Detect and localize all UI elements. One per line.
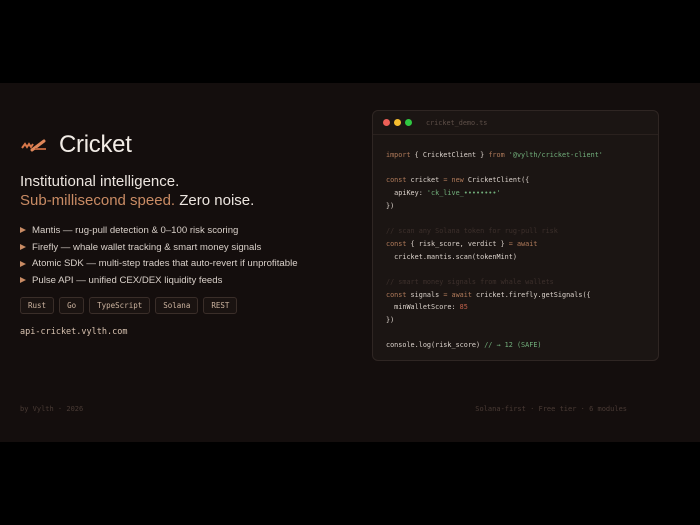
- chip-go: Go: [59, 297, 84, 314]
- code-token: // scan any Solana token for rug-pull ri…: [386, 227, 558, 235]
- code-token: 'ck_live_••••••••': [427, 189, 501, 197]
- code-token: new: [447, 176, 463, 184]
- code-token: // smart money signals from whale wallet…: [386, 278, 554, 286]
- code-token: // → 12 (SAFE): [484, 341, 541, 349]
- code-token: from: [488, 151, 504, 159]
- code-token: const: [386, 176, 406, 184]
- code-line: cricket.mantis.scan(tokenMint): [386, 251, 658, 264]
- code-token: const: [386, 240, 406, 248]
- tagline-accent: Sub-millisecond speed.: [20, 192, 175, 209]
- code-token: }): [386, 202, 394, 210]
- code-line: console.log(risk_score) // → 12 (SAFE): [386, 339, 658, 352]
- feature-text: Pulse API — unified CEX/DEX liquidity fe…: [32, 275, 222, 286]
- brand-name: Cricket: [59, 131, 132, 159]
- minimize-dot-icon[interactable]: [394, 119, 401, 126]
- file-name: cricket_demo.ts: [426, 119, 487, 127]
- code-line: [386, 212, 658, 225]
- code-line: apiKey: 'ck_live_••••••••': [386, 187, 658, 200]
- triangle-bullet-icon: [20, 261, 26, 267]
- tagline-line1: Institutional intelligence.: [20, 173, 179, 190]
- feature-item: Firefly — whale wallet tracking & smart …: [20, 239, 298, 256]
- code-token: '@vylth/cricket-client': [505, 151, 603, 159]
- close-dot-icon[interactable]: [383, 119, 390, 126]
- code-token: import: [386, 151, 411, 159]
- code-block: import { CricketClient } from '@vylth/cr…: [373, 135, 658, 352]
- footer-credit: by Vylth · 2026: [20, 405, 83, 413]
- feature-item: Mantis — rug-pull detection & 0–100 risk…: [20, 222, 298, 239]
- code-line: const cricket = new CricketClient({: [386, 174, 658, 187]
- chip-solana: Solana: [155, 297, 198, 314]
- footer-meta: Solana-first · Free tier · 6 modules: [475, 405, 627, 413]
- code-window: cricket_demo.ts import { CricketClient }…: [372, 110, 659, 361]
- feature-text: Firefly — whale wallet tracking & smart …: [32, 242, 261, 253]
- code-token: apiKey:: [386, 189, 427, 197]
- tagline-line2: Sub-millisecond speed. Zero noise.: [20, 192, 254, 209]
- code-line: [386, 263, 658, 276]
- code-token: { risk_score, verdict }: [406, 240, 508, 248]
- chip-typescript: TypeScript: [89, 297, 150, 314]
- triangle-bullet-icon: [20, 227, 26, 233]
- maximize-dot-icon[interactable]: [405, 119, 412, 126]
- code-token: minWalletScore:: [386, 303, 460, 311]
- code-token: }): [386, 316, 394, 324]
- code-token: cricket: [406, 176, 443, 184]
- code-line: // smart money signals from whale wallet…: [386, 276, 658, 289]
- chip-rust: Rust: [20, 297, 54, 314]
- code-token: = await: [443, 291, 472, 299]
- landing-page: Cricket Institutional intelligence. Sub-…: [0, 83, 700, 442]
- code-token: = await: [509, 240, 538, 248]
- code-token: cricket.firefly.getSignals({: [472, 291, 591, 299]
- code-line: }): [386, 200, 658, 213]
- code-line: // scan any Solana token for rug-pull ri…: [386, 225, 658, 238]
- feature-item: Atomic SDK — multi-step trades that auto…: [20, 255, 298, 272]
- triangle-bullet-icon: [20, 244, 26, 250]
- code-token: const: [386, 291, 406, 299]
- tagline-rest: Zero noise.: [175, 192, 254, 209]
- feature-item: Pulse API — unified CEX/DEX liquidity fe…: [20, 272, 298, 289]
- code-token: { CricketClient }: [411, 151, 489, 159]
- feature-text: Mantis — rug-pull detection & 0–100 risk…: [32, 225, 238, 236]
- cricket-logo-icon: [20, 137, 48, 153]
- code-token: CricketClient({: [464, 176, 529, 184]
- code-token: console.log(risk_score): [386, 341, 484, 349]
- window-titlebar: cricket_demo.ts: [373, 111, 658, 135]
- code-line: minWalletScore: 85: [386, 301, 658, 314]
- feature-text: Atomic SDK — multi-step trades that auto…: [32, 258, 298, 269]
- code-line: const signals = await cricket.firefly.ge…: [386, 289, 658, 302]
- code-token: 85: [460, 303, 468, 311]
- chip-rest: REST: [203, 297, 237, 314]
- api-url-link[interactable]: api-cricket.vylth.com: [20, 327, 127, 337]
- tech-chips: Rust Go TypeScript Solana REST: [20, 297, 237, 314]
- triangle-bullet-icon: [20, 277, 26, 283]
- code-line: }): [386, 314, 658, 327]
- brand-header: Cricket: [20, 131, 132, 159]
- code-line: [386, 162, 658, 175]
- code-line: import { CricketClient } from '@vylth/cr…: [386, 149, 658, 162]
- code-line: [386, 327, 658, 340]
- code-token: cricket.mantis.scan(tokenMint): [386, 253, 517, 261]
- code-token: signals: [406, 291, 443, 299]
- feature-list: Mantis — rug-pull detection & 0–100 risk…: [20, 222, 298, 289]
- code-line: const { risk_score, verdict } = await: [386, 238, 658, 251]
